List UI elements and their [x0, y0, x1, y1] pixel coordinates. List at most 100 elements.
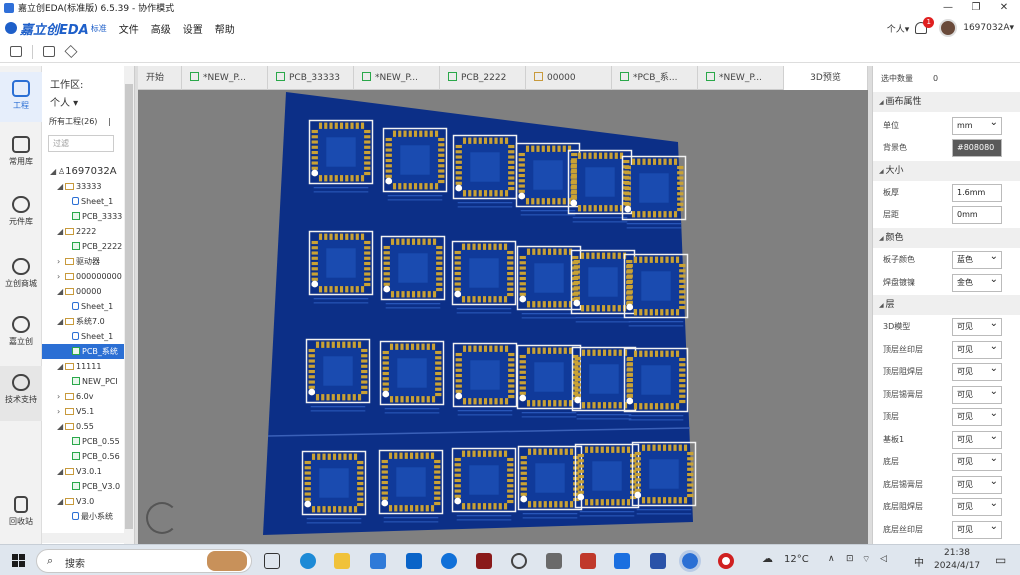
- image-icon[interactable]: [43, 46, 55, 57]
- layer-visibility-select[interactable]: 可见: [952, 361, 1002, 381]
- all-projects-label[interactable]: 所有工程(26) |: [49, 116, 111, 127]
- tree-item[interactable]: › 000000000: [42, 269, 124, 284]
- app-icon-3[interactable]: [580, 553, 596, 569]
- unit-select[interactable]: mm: [952, 115, 1002, 135]
- tree-item[interactable]: › V5.1: [42, 404, 124, 419]
- chevron-right-icon[interactable]: ›: [57, 254, 65, 269]
- rail-item-common-library[interactable]: 常用库: [0, 136, 42, 167]
- chevron-down-icon[interactable]: ◢: [57, 464, 65, 479]
- maximize-button[interactable]: ❐: [962, 0, 990, 15]
- jlc-eda-taskbar-icon[interactable]: [679, 550, 701, 572]
- taskbar-search[interactable]: ⌕ 搜索: [36, 549, 252, 573]
- ime-indicator[interactable]: 中: [914, 554, 924, 569]
- filter-input[interactable]: 过滤: [48, 135, 114, 152]
- tab-start[interactable]: 开始: [138, 66, 182, 90]
- chevron-right-icon[interactable]: ›: [57, 269, 65, 284]
- tree-item[interactable]: PCB_0.56: [42, 449, 124, 464]
- tree-item[interactable]: › 6.0v: [42, 389, 124, 404]
- section-size[interactable]: 大小: [873, 161, 1020, 181]
- tab-pcb-system[interactable]: *PCB_系...: [612, 66, 698, 90]
- tab-pcb-2222[interactable]: PCB_2222: [440, 66, 526, 90]
- menu-advanced[interactable]: 高级: [151, 21, 171, 36]
- section-canvas[interactable]: 画布属性: [873, 92, 1020, 112]
- layer-visibility-select[interactable]: 可见: [952, 451, 1002, 471]
- tab-new-pcb-2[interactable]: *NEW_P...: [354, 66, 440, 90]
- mail-icon[interactable]: [406, 553, 422, 569]
- workspace-dropdown[interactable]: 个人 ▾: [50, 94, 78, 109]
- tree-item[interactable]: ◢ 00000: [42, 284, 124, 299]
- chevron-down-icon[interactable]: ◢: [57, 179, 65, 194]
- chevron-down-icon[interactable]: ◢: [57, 494, 65, 509]
- tree-hscrollbar[interactable]: [42, 533, 124, 543]
- tab-pcb-33333[interactable]: PCB_33333: [268, 66, 354, 90]
- layer-visibility-select[interactable]: 可见: [952, 384, 1002, 404]
- chevron-down-icon[interactable]: ◢: [57, 284, 65, 299]
- chevron-down-icon[interactable]: ◢: [57, 224, 65, 239]
- 3d-preview-canvas[interactable]: [138, 90, 868, 544]
- tree-item[interactable]: PCB_系统: [42, 344, 124, 359]
- pad-color-select[interactable]: 金色: [952, 272, 1002, 292]
- layer-visibility-select[interactable]: 可见: [952, 496, 1002, 516]
- layer-visibility-select[interactable]: 可见: [952, 339, 1002, 359]
- task-view-icon[interactable]: [264, 553, 280, 569]
- rail-item-support[interactable]: 技术支持: [0, 366, 42, 421]
- tree-item[interactable]: ◢ 11111: [42, 359, 124, 374]
- scrollbar-thumb[interactable]: [125, 84, 133, 529]
- chevron-down-icon[interactable]: ◢: [50, 164, 58, 179]
- chevron-right-icon[interactable]: ›: [57, 389, 65, 404]
- menu-settings[interactable]: 设置: [183, 21, 203, 36]
- tree-item[interactable]: ◢ 0.55: [42, 419, 124, 434]
- tree-scrollbar[interactable]: [124, 66, 134, 544]
- layer-visibility-select[interactable]: 可见: [952, 316, 1002, 336]
- open-folder-icon[interactable]: [10, 46, 22, 57]
- spacing-input[interactable]: 0mm: [952, 206, 1002, 224]
- layer-visibility-select[interactable]: 可见: [952, 406, 1002, 426]
- tree-item[interactable]: ◢ 33333: [42, 179, 124, 194]
- tree-item[interactable]: Sheet_1: [42, 299, 124, 314]
- tree-item[interactable]: PCB_3333: [42, 209, 124, 224]
- windows-start-icon[interactable]: [12, 554, 25, 567]
- tree-item[interactable]: PCB_V3.0: [42, 479, 124, 494]
- rail-item-recycle[interactable]: 回收站: [0, 496, 42, 527]
- tree-item[interactable]: ◢ ♙1697032A: [42, 164, 124, 179]
- personal-dropdown[interactable]: 个人▾: [887, 22, 910, 35]
- notification-center-icon[interactable]: ▭: [995, 553, 1006, 567]
- chevron-down-icon[interactable]: ◢: [57, 359, 65, 374]
- layer-visibility-select[interactable]: 可见: [952, 519, 1002, 539]
- network-icon[interactable]: ⊡: [846, 554, 854, 564]
- layer-visibility-select[interactable]: 可见: [952, 429, 1002, 449]
- app-icon[interactable]: [476, 553, 492, 569]
- clock-date[interactable]: 2024/4/17: [934, 561, 980, 571]
- tree-item[interactable]: Sheet_1: [42, 329, 124, 344]
- bg-color-input[interactable]: #808080: [952, 139, 1002, 157]
- username-dropdown[interactable]: 1697032A▾: [963, 23, 1014, 33]
- volume-icon[interactable]: ◁: [880, 554, 887, 564]
- bell-icon[interactable]: 1: [915, 17, 935, 34]
- tray-arrow-icon[interactable]: ∧: [828, 554, 835, 564]
- weather-temp[interactable]: 12°C: [784, 554, 809, 565]
- avatar[interactable]: [939, 19, 958, 37]
- tree-item[interactable]: › 驱动器: [42, 254, 124, 269]
- settings-gear-icon[interactable]: [511, 553, 527, 569]
- clock-time[interactable]: 21:38: [944, 548, 970, 558]
- tree-item[interactable]: NEW_PCI: [42, 374, 124, 389]
- record-icon[interactable]: [718, 553, 734, 569]
- app-icon-4[interactable]: [614, 553, 630, 569]
- tree-item[interactable]: ◢ V3.0.1: [42, 464, 124, 479]
- tree-item[interactable]: PCB_2222: [42, 239, 124, 254]
- feishu-icon[interactable]: [441, 553, 457, 569]
- tree-item[interactable]: ◢ 系统7.0: [42, 314, 124, 329]
- section-layer[interactable]: 层: [873, 295, 1020, 315]
- file-explorer-icon[interactable]: [334, 553, 350, 569]
- rail-item-lcsc-store[interactable]: 立创商城: [0, 258, 42, 289]
- app-icon-2[interactable]: [546, 553, 562, 569]
- tree-item[interactable]: ◢ 2222: [42, 224, 124, 239]
- wifi-icon[interactable]: ⌔: [862, 554, 870, 565]
- close-button[interactable]: ✕: [990, 0, 1018, 15]
- layer-visibility-select[interactable]: 可见: [952, 474, 1002, 494]
- layers-icon[interactable]: [64, 44, 78, 59]
- tree-item[interactable]: ◢ V3.0: [42, 494, 124, 509]
- menu-help[interactable]: 帮助: [215, 21, 235, 36]
- tab-new-pcb-3[interactable]: *NEW_P...: [698, 66, 784, 90]
- edge-icon[interactable]: [300, 553, 316, 569]
